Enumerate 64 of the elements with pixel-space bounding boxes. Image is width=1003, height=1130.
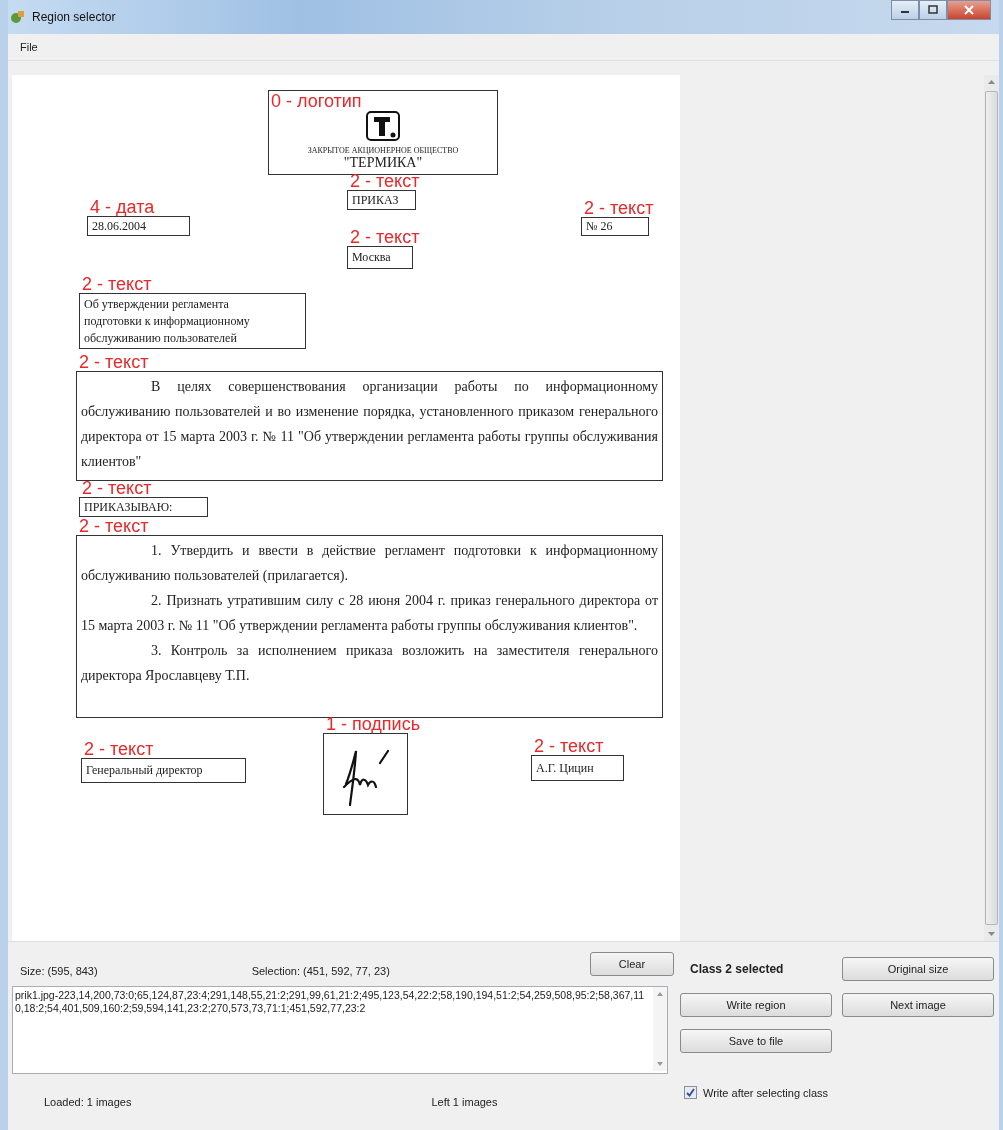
maximize-button[interactable] xyxy=(919,0,947,20)
region-box[interactable]: Генеральный директор xyxy=(81,758,246,783)
region-list-field[interactable]: prik1.jpg-223,14,200,73:0;65,124,87,23:4;291,148,55,21:2;291,99,61,21:2;495,123,54,22:2;58,190,194,51:2;54,259,508,95:2;58,367,110,18:2;54,401,509,160:2;59,594,141,23:2;270,573,73,71:1;451,592,77,23:2 xyxy=(12,986,668,1074)
document-text: 28.06.2004 xyxy=(91,217,146,235)
region-label: 2 - текст xyxy=(534,737,604,755)
document-text: Москва xyxy=(351,249,391,266)
document-text: ПРИКАЗ xyxy=(351,191,399,209)
document-text: обслуживанию пользователей xyxy=(83,329,237,347)
close-button[interactable] xyxy=(947,0,991,20)
next-image-button[interactable]: Next image xyxy=(842,993,994,1017)
document-text: А.Г. Цицин xyxy=(535,759,594,777)
region-label: 2 - текст xyxy=(350,172,420,190)
left-status: Left 1 images xyxy=(431,1096,498,1108)
region-box[interactable] xyxy=(76,371,663,481)
region-label: 2 - текст xyxy=(350,228,420,246)
logo-icon xyxy=(366,111,400,141)
save-to-file-button[interactable]: Save to file xyxy=(680,1029,832,1053)
document-text: ПРИКАЗЫВАЮ: xyxy=(83,498,173,516)
region-box[interactable]: № 26 xyxy=(581,217,649,236)
region-box[interactable]: 0 - логотип ЗАКРЫТОЕ АКЦИОНЕРНОЕ ОБЩЕСТВО "ТЕРМИКА" xyxy=(268,90,498,175)
app-icon xyxy=(10,9,26,25)
document-text: подготовки к информационному xyxy=(83,312,250,330)
vertical-scrollbar[interactable] xyxy=(984,75,999,941)
region-box[interactable]: ПРИКАЗ xyxy=(347,190,416,210)
window-title: Region selector xyxy=(32,10,116,24)
class-status: Class 2 selected xyxy=(689,962,785,976)
document-text: Об утверждении регламента xyxy=(83,295,229,313)
document-text: ЗАКРЫТОЕ АКЦИОНЕРНОЕ ОБЩЕСТВО xyxy=(307,146,459,155)
region-box[interactable]: ПРИКАЗЫВАЮ: xyxy=(79,497,208,517)
region-box[interactable] xyxy=(323,733,408,815)
document-paragraph: 2. Признать утратившим силу с 28 июня 2004 г. приказ генерального директора от 15 марта 2003 г. № 11 "Об утверждении регламента работы группы обслуживания клиентов". xyxy=(81,592,658,635)
region-label: 2 - текст xyxy=(79,517,149,535)
region-box[interactable]: Об утверждении регламента подготовки к информационному обслуживанию пользователей xyxy=(79,293,306,349)
document-text: № 26 xyxy=(585,218,613,235)
checkbox[interactable] xyxy=(684,1086,697,1099)
document-paragraph: 1. Утвердить и ввести в действие регламент подготовки к информационному обслуживанию пользователей (прилагается). xyxy=(81,542,658,585)
menu-item[interactable]: File xyxy=(14,39,44,55)
document-text: Генеральный директор xyxy=(85,762,203,779)
region-box[interactable]: 28.06.2004 xyxy=(87,216,190,236)
maximize-icon xyxy=(928,5,938,15)
region-box[interactable]: Москва xyxy=(347,246,413,269)
document-paragraph: 3. Контроль за исполнением приказа возложить на заместителя генерального директора Ярославцеву Т.П. xyxy=(81,642,658,685)
write-region-button[interactable]: Write region xyxy=(680,993,832,1017)
region-label: 4 - дата xyxy=(90,198,155,216)
region-label: 0 - логотип xyxy=(271,92,362,110)
minimize-button[interactable] xyxy=(891,0,919,20)
region-box[interactable] xyxy=(76,535,663,718)
selection-label: Selection: (451, 592, 77, 23) xyxy=(251,965,390,977)
loaded-status: Loaded: 1 images xyxy=(44,1096,132,1108)
field-scrollbar[interactable] xyxy=(653,987,667,1071)
region-label: 2 - текст xyxy=(82,479,152,497)
region-box[interactable]: А.Г. Цицин xyxy=(531,755,624,781)
region-label: 2 - текст xyxy=(84,740,154,758)
region-label: 2 - текст xyxy=(584,199,654,217)
clear-button[interactable]: Clear xyxy=(590,952,674,976)
region-label: 2 - текст xyxy=(79,353,149,371)
checkbox-label: Write after selecting class xyxy=(703,1086,829,1099)
region-label: 1 - подпись xyxy=(326,715,421,733)
size-label: Size: (595, 843) xyxy=(20,965,98,977)
document-paragraph: В целях совершенствования организации работы по информационному обслуживанию пользователей и во изменение порядка, установленного приказом генерального директора от 15 марта 2003 г. № 11 "Об утверждении регламента работы группы обслуживания клиентов" xyxy=(81,378,658,471)
region-label: 2 - текст xyxy=(82,275,152,293)
close-icon xyxy=(964,5,974,15)
original-size-button[interactable]: Original size xyxy=(842,957,994,981)
document-text: "ТЕРМИКА" xyxy=(343,155,423,171)
